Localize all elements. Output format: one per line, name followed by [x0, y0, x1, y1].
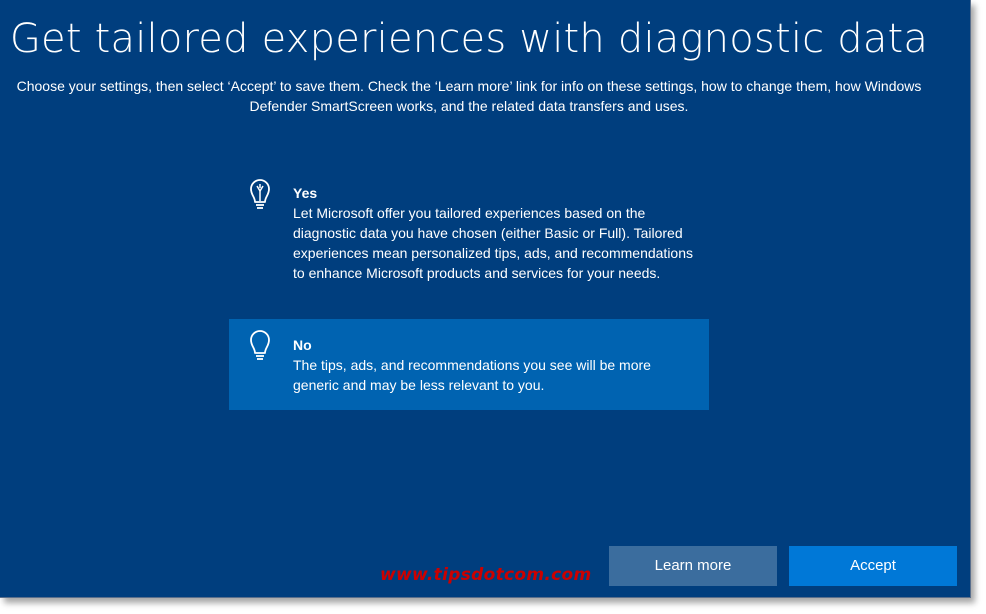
option-no-description: The tips, ads, and recommendations you s… [293, 357, 651, 393]
watermark-text: www.tipsdotcom.com [380, 565, 592, 585]
option-yes-heading: Yes [293, 185, 318, 201]
accept-button[interactable]: Accept [789, 546, 957, 586]
oobe-window: Get tailored experiences with diagnostic… [0, 0, 971, 598]
option-no-heading: No [293, 337, 312, 353]
learn-more-button[interactable]: Learn more [609, 546, 777, 586]
page-subtitle: Choose your settings, then select ‘Accep… [16, 78, 922, 114]
option-no[interactable]: No The tips, ads, and recommendations yo… [229, 319, 709, 410]
lightbulb-on-icon [247, 178, 273, 212]
option-yes-description: Let Microsoft offer you tailored experie… [293, 205, 694, 281]
lightbulb-off-icon [247, 329, 273, 363]
option-yes[interactable]: Yes Let Microsoft offer you tailored exp… [229, 172, 709, 310]
page-title: Get tailored experiences with diagnostic… [9, 16, 929, 62]
